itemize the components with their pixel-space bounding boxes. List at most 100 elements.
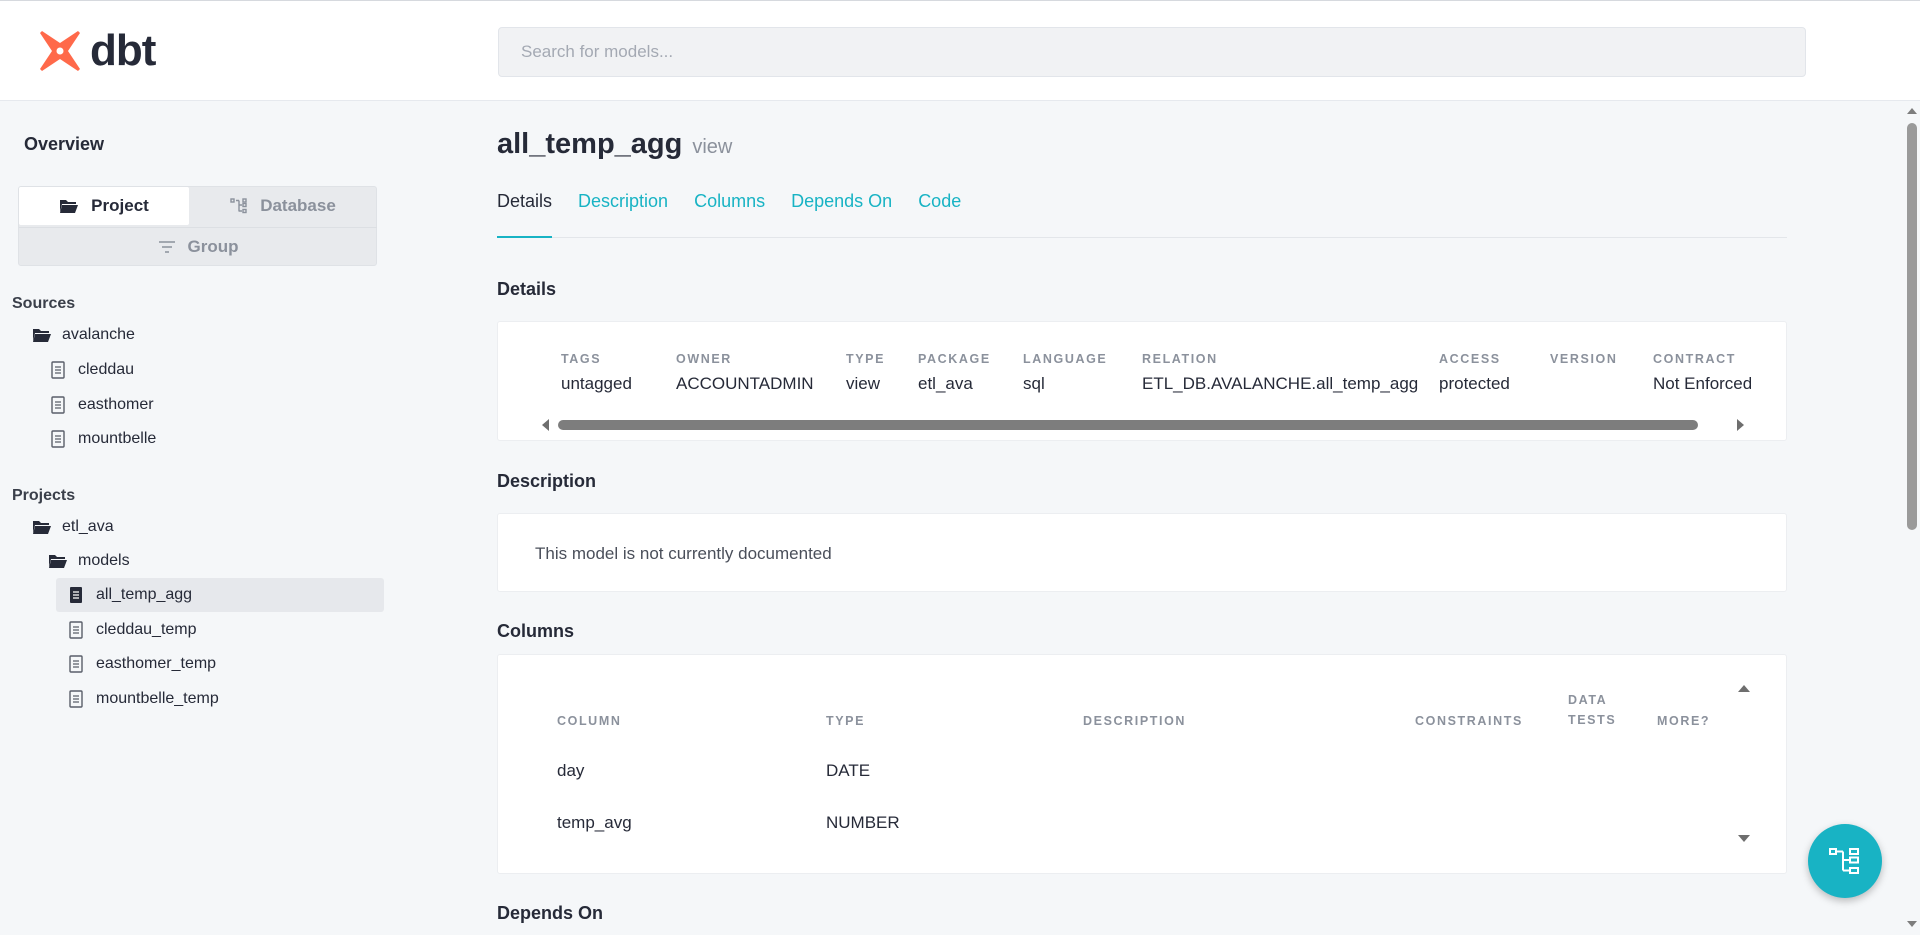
tree-item-label: etl_ava <box>62 518 114 535</box>
view-switcher: Project Database Group <box>18 186 377 266</box>
meta-value: etl_ava <box>918 374 973 393</box>
meta-version: VERSION <box>1550 352 1617 374</box>
meta-label: PACKAGE <box>918 352 991 366</box>
folder-open-icon <box>48 553 68 569</box>
model-cleddau-temp[interactable]: cleddau_temp <box>56 613 384 647</box>
file-filled-icon <box>66 586 86 604</box>
tree-item-label: easthomer_temp <box>96 655 217 672</box>
description-text: This model is not currently documented <box>535 544 832 563</box>
details-card: TAGS untagged OWNER ACCOUNTADMIN TYPE vi… <box>497 321 1787 441</box>
lineage-graph-button[interactable] <box>1808 824 1882 898</box>
tab-details[interactable]: Details <box>497 181 553 238</box>
tree-item-label: avalanche <box>62 326 135 343</box>
description-card: This model is not currently documented <box>497 513 1787 592</box>
meta-value: untagged <box>561 374 632 393</box>
logo-text: dbt <box>90 26 156 75</box>
meta-relation: RELATION ETL_DB.AVALANCHE.all_temp_agg <box>1142 352 1418 394</box>
tree-item-label: mountbelle <box>78 430 157 447</box>
source-easthomer[interactable]: easthomer <box>38 388 382 422</box>
project-tab-button[interactable]: Project <box>19 187 189 225</box>
model-easthomer-temp[interactable]: easthomer_temp <box>56 647 384 681</box>
folder-open-icon <box>32 519 52 535</box>
sidebar: Overview Project Database Group Sources … <box>0 101 400 935</box>
data-tests-header: DATA TESTS <box>1568 693 1617 727</box>
model-all-temp-agg[interactable]: all_temp_agg <box>56 578 384 612</box>
tree-item-label: mountbelle_temp <box>96 690 219 707</box>
meta-access: ACCESS protected <box>1439 352 1510 394</box>
database-tab-label: Database <box>260 196 336 215</box>
dbt-logo[interactable]: dbt <box>36 26 156 75</box>
meta-language: LANGUAGE sql <box>1023 352 1107 394</box>
page-scroll-up-icon[interactable] <box>1907 108 1917 114</box>
description-heading: Description <box>497 471 597 491</box>
projects-heading: Projects <box>12 487 76 504</box>
project-etl-ava[interactable]: etl_ava <box>22 510 382 544</box>
columns-heading: Columns <box>497 621 575 641</box>
meta-value: ETL_DB.AVALANCHE.all_temp_agg <box>1142 374 1419 393</box>
model-mountbelle-temp[interactable]: mountbelle_temp <box>56 682 384 716</box>
meta-contract: CONTRACT Not Enforced <box>1653 352 1751 394</box>
database-tab-button[interactable]: Database <box>189 187 377 225</box>
columns-card: COLUMN TYPE DESCRIPTION CONSTRAINTS DATA… <box>497 654 1787 874</box>
meta-label: RELATION <box>1142 352 1218 366</box>
source-cleddau[interactable]: cleddau <box>38 353 382 387</box>
scroll-left-arrow-icon[interactable] <box>542 419 549 431</box>
tab-depends-on[interactable]: Depends On <box>791 181 892 238</box>
meta-value: view <box>846 374 881 393</box>
tree-item-label: all_temp_agg <box>96 586 193 603</box>
tab-code[interactable]: Code <box>918 181 961 238</box>
tab-bar: Details Description Columns Depends On C… <box>497 181 1787 238</box>
file-icon <box>48 430 68 448</box>
page-scroll-thumb[interactable] <box>1907 123 1917 530</box>
overview-link[interactable]: Overview <box>24 134 104 155</box>
meta-label: TAGS <box>561 352 602 366</box>
meta-value: Not Enforced <box>1653 374 1751 393</box>
type-header: TYPE <box>826 714 866 728</box>
lineage-graph-icon <box>1829 848 1859 874</box>
group-tab-button[interactable]: Group <box>19 227 377 265</box>
main-content: all_temp_agg view Details Description Co… <box>497 101 1787 935</box>
tab-description[interactable]: Description <box>578 181 668 238</box>
meta-value: sql <box>1023 374 1045 393</box>
meta-value: ACCOUNTADMIN <box>676 374 814 393</box>
scroll-down-arrow-icon[interactable] <box>1738 835 1750 842</box>
scroll-right-arrow-icon[interactable] <box>1737 419 1744 431</box>
meta-label: TYPE <box>846 352 886 366</box>
constraints-header: CONSTRAINTS <box>1415 714 1523 728</box>
column-type-cell: NUMBER <box>826 813 900 832</box>
page-scrollbar[interactable] <box>1904 101 1920 935</box>
page-scroll-down-icon[interactable] <box>1907 921 1917 927</box>
horizontal-scrollbar[interactable] <box>558 420 1698 430</box>
scroll-up-arrow-icon[interactable] <box>1738 685 1750 692</box>
tree-item-label: cleddau_temp <box>96 621 197 638</box>
file-icon <box>66 621 86 639</box>
model-kind-badge: view <box>692 136 733 158</box>
depends-on-heading: Depends On <box>497 903 604 923</box>
column-name-cell: temp_avg <box>557 813 632 832</box>
top-header: dbt <box>0 0 1920 101</box>
tab-columns[interactable]: Columns <box>694 181 765 238</box>
title-row: all_temp_agg view <box>497 128 732 161</box>
file-icon <box>66 690 86 708</box>
project-tab-label: Project <box>91 196 149 215</box>
folder-open-icon <box>59 198 79 214</box>
source-mountbelle[interactable]: mountbelle <box>38 422 382 456</box>
sources-heading: Sources <box>12 295 76 312</box>
meta-type: TYPE view <box>846 352 885 394</box>
tree-item-label: models <box>78 552 130 569</box>
folder-models[interactable]: models <box>38 544 382 578</box>
column-type-cell: DATE <box>826 761 871 780</box>
file-icon <box>66 655 86 673</box>
folder-open-icon <box>32 327 52 343</box>
file-icon <box>48 361 68 379</box>
meta-label: ACCESS <box>1439 352 1501 366</box>
filter-lines-icon <box>158 240 176 254</box>
source-avalanche[interactable]: avalanche <box>22 318 382 352</box>
more-header: MORE? <box>1657 714 1711 728</box>
group-tab-label: Group <box>187 236 239 256</box>
search-input[interactable] <box>498 27 1806 77</box>
details-heading: Details <box>497 279 557 299</box>
meta-label: CONTRACT <box>1653 352 1736 366</box>
description-header: DESCRIPTION <box>1083 714 1187 728</box>
meta-owner: OWNER ACCOUNTADMIN <box>676 352 814 394</box>
